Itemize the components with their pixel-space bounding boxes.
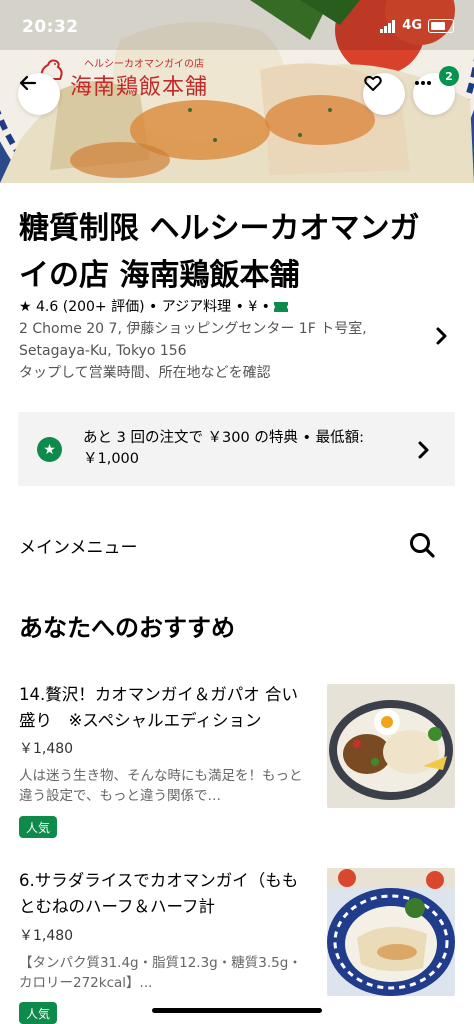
- item-price: ￥1,480: [19, 928, 74, 944]
- notification-badge: 2: [439, 66, 459, 86]
- restaurant-title: 糖質制限 ヘルシーカオマンガイの店 海南鶏飯本舗: [19, 211, 420, 293]
- promo-banner[interactable]: ★ あと 3 回の注文で ￥300 の特典 • 最低額: ￥1,000: [18, 412, 455, 486]
- status-bar: 20:32 4G: [0, 0, 474, 56]
- search-icon[interactable]: [407, 530, 437, 560]
- info-hint: タップして営業時間、所在地などを確認: [19, 365, 271, 381]
- promo-text: あと 3 回の注文で ￥300 の特典 • 最低額: ￥1,000: [83, 430, 364, 467]
- item-image: [327, 868, 455, 996]
- popular-tag: 人気: [19, 1002, 58, 1024]
- menu-item[interactable]: 14.贅沢！カオマンガイ＆ガパオ 合い盛り ※スペシャルエディション ￥1,48…: [0, 682, 474, 842]
- rating-value: 4.6: [36, 299, 59, 315]
- item-image: [327, 684, 455, 808]
- item-description: 【タンパク質31.4g・脂質12.3g・糖質3.5g・カロリー272kcal】.…: [19, 955, 302, 991]
- more-icon: [415, 81, 431, 85]
- network-label: 4G: [402, 18, 422, 33]
- logo-title: 海南鶏飯本舗: [70, 75, 209, 100]
- star-badge-icon: ★: [37, 437, 62, 462]
- home-indicator: [152, 1008, 322, 1013]
- heart-icon: [364, 75, 382, 91]
- item-price: ￥1,480: [19, 741, 74, 757]
- food-photo-icon: [327, 684, 455, 808]
- food-photo-icon: [327, 868, 455, 996]
- signal-icon: [380, 18, 396, 33]
- back-button[interactable]: [18, 73, 60, 115]
- ticket-icon: [274, 302, 289, 312]
- item-description: 人は迷う生き物、そんな時にも満足を！もっと違う設定で、もっと違う関係で…: [19, 768, 303, 804]
- item-name: 14.贅沢！カオマンガイ＆ガパオ 合い盛り ※スペシャルエディション: [19, 685, 298, 730]
- menu-selector[interactable]: メインメニュー: [19, 533, 138, 558]
- address-line-1: 2 Chome 20 7, 伊藤ショッピングセンター 1F ト号室,: [19, 321, 367, 337]
- address-line-2: Setagaya-Ku, Tokyo 156: [19, 343, 187, 359]
- chevron-right-icon: [418, 441, 429, 459]
- category-text: • アジア料理 • ¥ •: [149, 299, 270, 315]
- favorite-button[interactable]: [363, 73, 405, 115]
- chevron-right-icon[interactable]: [433, 325, 449, 347]
- hero-image: 20:32 4G ヘルシーカオマンガイの店 海南鶏飯本舗 2: [0, 0, 474, 183]
- status-time: 20:32: [22, 17, 79, 37]
- restaurant-info[interactable]: ★ 4.6 (200+ 評価) • アジア料理 • ¥ • 2 Chome 20…: [19, 296, 419, 384]
- popular-tag: 人気: [19, 816, 58, 838]
- item-name: 6.サラダライスでカオマンガイ（ももとむねのハーフ＆ハーフ計: [19, 871, 299, 916]
- back-arrow-icon: [19, 75, 37, 91]
- menu-item[interactable]: 6.サラダライスでカオマンガイ（ももとむねのハーフ＆ハーフ計 ￥1,480 【タ…: [0, 868, 474, 1024]
- status-icons: 4G: [380, 18, 454, 33]
- review-count: (200+ 評価): [62, 299, 145, 315]
- rating-row: ★ 4.6 (200+ 評価) • アジア料理 • ¥ •: [19, 296, 419, 318]
- logo-subtitle: ヘルシーカオマンガイの店: [84, 59, 204, 70]
- section-title: あなたへのおすすめ: [19, 614, 235, 642]
- battery-icon: [428, 18, 454, 33]
- star-icon: ★: [19, 299, 32, 315]
